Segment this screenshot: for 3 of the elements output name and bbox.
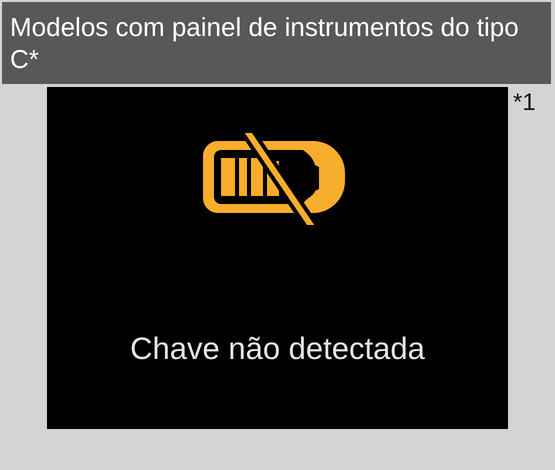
display-message: Chave não detectada — [130, 331, 425, 367]
footnote-mark: *1 — [513, 89, 536, 117]
section-title: Modelos com painel de instrumentos do tipo C* — [2, 2, 551, 84]
